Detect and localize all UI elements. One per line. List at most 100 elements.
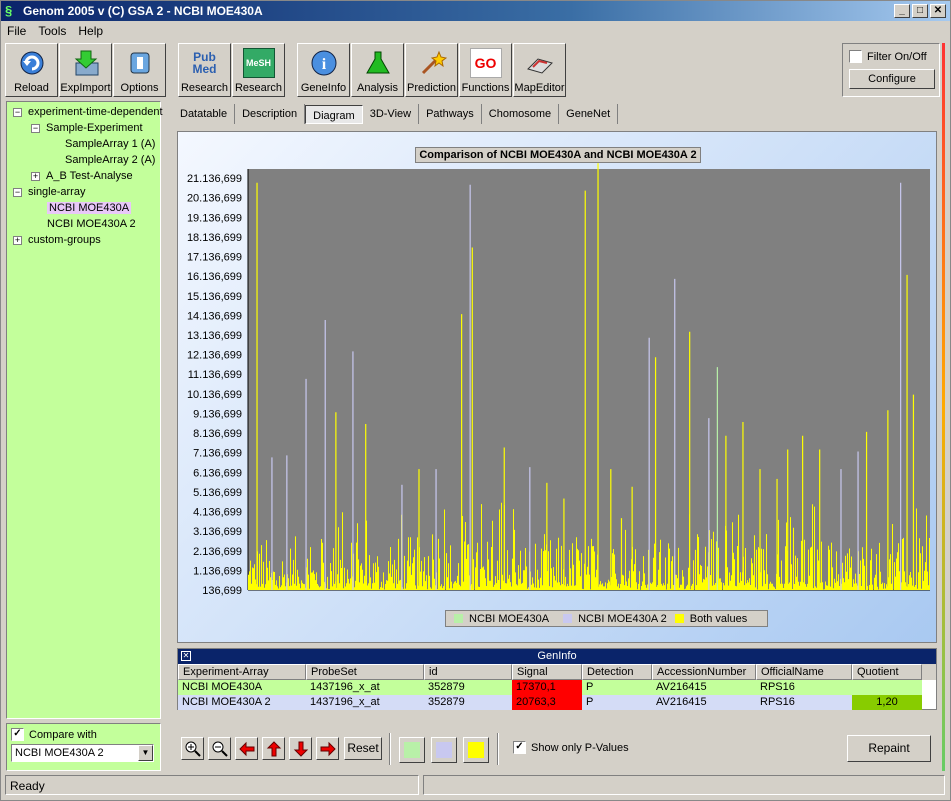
analysis-button[interactable]: Analysis [351,43,404,97]
tab-diagram[interactable]: Diagram [305,105,363,124]
y-tick-label: 20.136,699 [187,193,242,205]
legend-series-2: NCBI MOE430A 2 [578,612,667,625]
configure-button[interactable]: Configure [849,69,935,89]
tree-expander-icon[interactable]: − [13,188,22,197]
functions-button[interactable]: GO Functions [459,43,512,97]
tab-chomosome[interactable]: Chomosome [482,104,560,124]
tab-description[interactable]: Description [235,104,306,124]
y-tick-label: 12.136,699 [187,350,242,362]
table-cell: 352879 [424,680,512,695]
tree-item[interactable]: Sample-Experiment [46,122,143,134]
mesh-research-button[interactable]: MeSH Research [232,43,285,97]
go-badge-text: GO [474,55,497,71]
tab-3d-view[interactable]: 3D-View [363,104,420,124]
close-icon[interactable]: ✕ [181,651,191,661]
column-header[interactable]: ProbeSet [306,664,424,680]
arrow-down-icon [293,741,308,757]
menu-file[interactable]: File [1,24,32,38]
tree-item[interactable]: experiment-time-dependent [28,106,163,118]
flask-icon [362,48,394,78]
menu-tools[interactable]: Tools [32,24,72,38]
tree-item[interactable]: SampleArray 1 (A) [65,138,155,150]
table-cell: RPS16 [756,695,852,710]
expimport-button[interactable]: ExpImport [59,43,112,97]
zoom-in-button[interactable] [181,737,204,760]
pubmed-research-button[interactable]: Pub Med Research [178,43,231,97]
prediction-button[interactable]: Prediction [405,43,458,97]
reload-button[interactable]: Reload [5,43,58,97]
pan-right-button[interactable] [316,737,339,760]
column-header[interactable]: id [424,664,512,680]
pan-up-button[interactable] [262,737,285,760]
y-tick-label: 136,699 [202,585,242,597]
color-swatch-both-button[interactable] [463,737,489,763]
minimize-button[interactable]: _ [894,4,910,18]
tree-expander-icon[interactable]: − [13,108,22,117]
title-bar[interactable]: § Genom 2005 v (C) GSA 2 - NCBI MOE430A … [1,1,950,21]
table-cell: NCBI MOE430A [178,680,306,695]
show-p-values-checkbox[interactable]: ✓ [513,741,526,754]
column-header[interactable]: OfficialName [756,664,852,680]
column-header[interactable]: Quotient [852,664,922,680]
import-icon [70,48,102,78]
compare-select[interactable]: NCBI MOE430A 2 ▼ [11,744,154,762]
table-cell: P [582,695,652,710]
tab-genenet[interactable]: GeneNet [559,104,619,124]
diagram-panel: Comparison of NCBI MOE430A and NCBI MOE4… [177,131,937,643]
y-tick-label: 8.136,699 [193,428,242,440]
toolbar-separator [389,733,391,765]
tree-item[interactable]: custom-groups [28,234,101,246]
window-accent-strip [942,43,945,771]
pan-down-button[interactable] [289,737,312,760]
table-row[interactable]: NCBI MOE430A 1437196_x_at 352879 17370,1 P AV… [178,680,936,695]
chevron-down-icon[interactable]: ▼ [138,745,153,761]
reset-button[interactable]: Reset [344,737,382,760]
info-icon: i [308,48,340,78]
menu-help[interactable]: Help [72,24,109,38]
reload-label: Reload [14,82,49,94]
y-tick-label: 17.136,699 [187,252,242,264]
table-row[interactable]: NCBI MOE430A 2 1437196_x_at 352879 20763,3 P… [178,695,936,710]
tree-expander-icon[interactable]: + [13,236,22,245]
geninfo-panel: ✕ GenInfo Experiment-Array ProbeSet id Sign… [177,648,937,710]
maximize-button[interactable]: □ [912,4,928,18]
geneinfo-button[interactable]: i GeneInfo [297,43,350,97]
column-header[interactable]: Experiment-Array [178,664,306,680]
tree-expander-icon[interactable]: + [31,172,40,181]
tab-pathways[interactable]: Pathways [419,104,482,124]
swatch-a2 [436,742,452,758]
geninfo-rows: NCBI MOE430A 1437196_x_at 352879 17370,1 P AV… [178,680,936,710]
tree-item[interactable]: single-array [28,186,85,198]
color-swatch-a2-button[interactable] [431,737,457,763]
compare-label: Compare with [29,728,97,741]
close-button[interactable]: ✕ [930,4,946,18]
options-button[interactable]: Options [113,43,166,97]
column-header[interactable]: Detection [582,664,652,680]
analysis-label: Analysis [357,82,398,94]
tree-item[interactable]: NCBI MOE430A [47,202,132,214]
filter-panel: Filter On/Off Configure [842,43,940,97]
tree-expander-icon[interactable]: − [31,124,40,133]
compare-checkbox[interactable]: ✓ [11,728,24,741]
tree-item[interactable]: A_B Test-Analyse [46,170,133,182]
pan-left-button[interactable] [235,737,258,760]
repaint-button[interactable]: Repaint [847,735,931,762]
tree-item[interactable]: NCBI MOE430A 2 [47,218,136,230]
mapeditor-button[interactable]: MapEditor [513,43,566,97]
menu-bar: File Tools Help [1,22,109,40]
status-progress [423,775,945,795]
pubmed-label: Research [180,82,229,94]
column-header[interactable]: Signal [512,664,582,680]
experiment-tree[interactable]: − experiment-time-dependent − Sample-Experi… [6,101,163,719]
y-tick-label: 18.136,699 [187,232,242,244]
tab-datatable[interactable]: Datatable [173,104,236,124]
legend-series-1: NCBI MOE430A [469,612,550,625]
zoom-out-button[interactable] [208,737,231,760]
tree-item[interactable]: SampleArray 2 (A) [65,154,155,166]
arrow-up-icon [266,740,281,756]
filter-checkbox[interactable] [849,50,862,63]
y-tick-label: 15.136,699 [187,291,242,303]
column-header[interactable]: AccessionNumber [652,664,756,680]
mesh-badge-text: MeSH [245,58,271,68]
color-swatch-a1-button[interactable] [399,737,425,763]
